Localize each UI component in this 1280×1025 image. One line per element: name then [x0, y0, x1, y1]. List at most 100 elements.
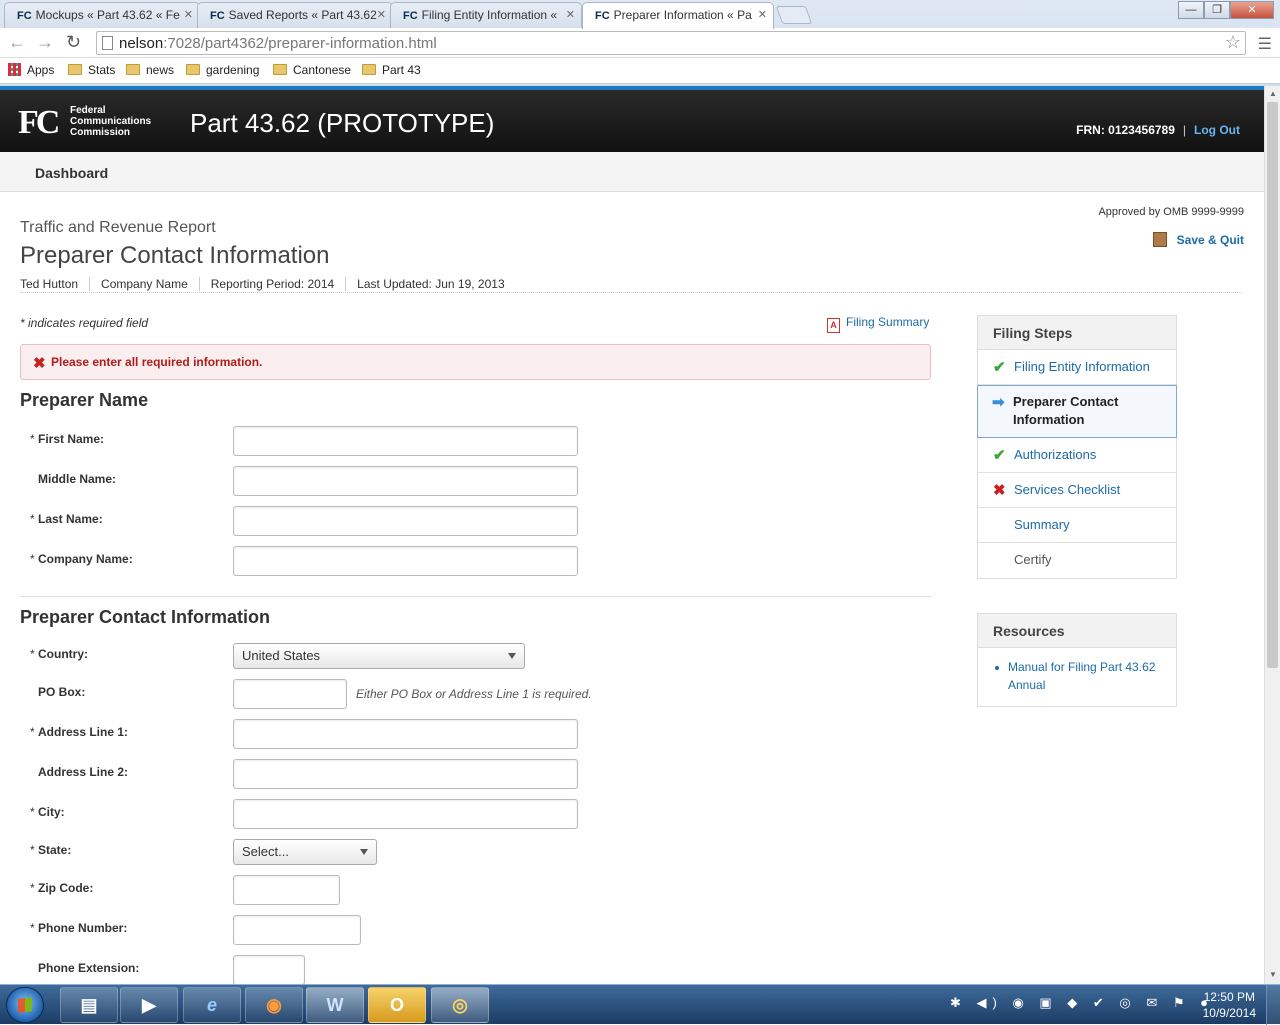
po-box-input[interactable]: [233, 679, 347, 709]
site-header: FC Federal Communications Commission Par…: [0, 90, 1264, 152]
address-line-1-input[interactable]: [233, 719, 578, 749]
folder-icon: [68, 64, 82, 75]
filing-summary-link[interactable]: A Filing Summary: [827, 315, 929, 333]
fcc-favicon: FC: [17, 10, 32, 22]
vertical-scrollbar[interactable]: ▲ ▼: [1264, 86, 1280, 984]
first-name-input[interactable]: [233, 426, 578, 456]
user-info: FRN: 0123456789 | Log Out: [1076, 123, 1240, 137]
tab-close-icon[interactable]: ✕: [758, 8, 767, 21]
url-path: :7028/part4362/preparer-information.html: [163, 35, 437, 52]
tab-close-icon[interactable]: ✕: [377, 8, 386, 21]
browser-tab-mockups[interactable]: FC Mockups « Part 43.62 « Fe ✕: [4, 2, 200, 28]
browser-tab-filing-entity[interactable]: FC Filing Entity Information « ✕: [390, 2, 582, 28]
word-icon[interactable]: W: [306, 987, 364, 1023]
bookmark-gardening[interactable]: gardening: [186, 63, 259, 77]
state-value: Select...: [242, 844, 289, 859]
firefox-icon[interactable]: ◉: [245, 987, 303, 1023]
bookmark-stats[interactable]: Stats: [68, 63, 115, 77]
company-name-input[interactable]: [233, 546, 578, 576]
step-services-checklist[interactable]: ✖ Services Checklist: [978, 473, 1176, 508]
outlook-icon[interactable]: O: [368, 987, 426, 1023]
address-line-2-label: Address Line 2:: [38, 765, 129, 779]
bookmark-apps[interactable]: Apps: [8, 63, 54, 77]
web-page: FC Federal Communications Commission Par…: [0, 86, 1264, 984]
folder-icon: [186, 64, 200, 75]
phone-number-input[interactable]: [233, 915, 361, 945]
step-authorizations[interactable]: ✔ Authorizations: [978, 438, 1176, 473]
error-message: Please enter all required information.: [51, 355, 263, 369]
x-icon: ✖: [993, 482, 1006, 499]
step-filing-entity[interactable]: ✔ Filing Entity Information: [978, 350, 1176, 385]
start-button[interactable]: [6, 987, 44, 1023]
state-select[interactable]: Select...: [233, 839, 377, 865]
meta-company: Company Name: [101, 277, 200, 291]
bookmark-label: Stats: [88, 63, 116, 77]
contact-info-heading: Preparer Contact Information: [20, 607, 271, 627]
zip-code-input[interactable]: [233, 875, 340, 905]
minimize-button[interactable]: —: [1178, 1, 1204, 19]
phone-extension-input[interactable]: [233, 955, 305, 984]
country-label: * Country:: [30, 647, 88, 661]
country-value: United States: [242, 648, 321, 663]
scrollbar-thumb[interactable]: [1267, 102, 1278, 668]
company-name-label: * Company Name:: [30, 552, 133, 566]
required-asterisk: *: [30, 647, 35, 661]
step-label: Services Checklist: [1014, 482, 1121, 497]
zip-code-label: * Zip Code:: [30, 881, 93, 895]
reload-icon[interactable]: ↻: [66, 32, 81, 53]
explorer-icon[interactable]: ▤: [60, 987, 118, 1023]
last-name-input[interactable]: [233, 506, 578, 536]
save-quit-button[interactable]: Save & Quit: [1152, 232, 1244, 247]
show-desktop-button[interactable]: [1266, 985, 1280, 1025]
bookmark-star-icon[interactable]: ☆: [1225, 32, 1241, 53]
scroll-down-icon[interactable]: ▼: [1269, 970, 1277, 979]
system-tray-icons[interactable]: ✱ ◀) ◉ ▣ ◆ ✔ ◎ ✉ ⚑ ●: [950, 995, 1214, 1011]
internet-explorer-icon[interactable]: e: [183, 987, 241, 1023]
new-tab-button[interactable]: [775, 6, 813, 24]
middle-name-input[interactable]: [233, 466, 578, 496]
fcc-logo-icon[interactable]: FC: [18, 104, 60, 142]
app-title: Part 43.62 (PROTOTYPE): [190, 108, 495, 138]
tab-close-icon[interactable]: ✕: [566, 8, 575, 21]
chrome-menu-icon[interactable]: ☰: [1258, 34, 1272, 54]
fcc-favicon: FC: [403, 10, 418, 22]
required-note: * indicates required field: [20, 316, 149, 330]
back-arrow-icon[interactable]: ←: [8, 32, 26, 53]
media-player-icon[interactable]: ▶: [120, 987, 178, 1023]
restore-button[interactable]: ❐: [1204, 1, 1230, 19]
forward-arrow-icon[interactable]: →: [36, 32, 54, 53]
close-window-button[interactable]: ✕: [1230, 1, 1274, 19]
check-icon: ✔: [993, 447, 1006, 464]
bookmark-cantonese[interactable]: Cantonese: [273, 63, 351, 77]
filing-steps-panel: Filing Steps ✔ Filing Entity Information …: [977, 315, 1177, 579]
bookmark-part-43[interactable]: Part 43: [362, 63, 421, 77]
last-name-label: * Last Name:: [30, 512, 103, 526]
bookmark-label: news: [146, 63, 175, 77]
browser-tab-saved-reports[interactable]: FC Saved Reports « Part 43.62 ✕: [197, 2, 393, 28]
logout-link[interactable]: Log Out: [1194, 123, 1240, 137]
bookmark-news[interactable]: news: [126, 63, 174, 77]
frn-number: FRN: 0123456789: [1076, 123, 1175, 137]
address-line-2-input[interactable]: [233, 759, 578, 789]
tab-close-icon[interactable]: ✕: [184, 8, 193, 21]
sub-navigation: Dashboard: [0, 152, 1264, 192]
resource-link-manual[interactable]: Manual for Filing Part 43.62 Annual: [978, 648, 1176, 706]
browser-tab-preparer-info[interactable]: FC Preparer Information « Pa ✕: [582, 2, 774, 29]
bookmark-label: Cantonese: [293, 63, 352, 77]
address-bar[interactable]: nelson:7028/part4362/preparer-informatio…: [96, 31, 1246, 55]
window-controls: — ❐ ✕: [1178, 1, 1274, 19]
country-select[interactable]: United States: [233, 643, 525, 669]
step-preparer-contact[interactable]: ➡ Preparer Contact Information: [977, 385, 1177, 438]
filing-steps-title: Filing Steps: [978, 316, 1176, 350]
city-input[interactable]: [233, 799, 578, 829]
clock[interactable]: 12:50 PM 10/9/2014: [1203, 989, 1256, 1021]
required-asterisk: *: [30, 725, 35, 739]
step-summary[interactable]: Summary: [978, 508, 1176, 543]
label-text: Address Line 1:: [38, 725, 129, 739]
chrome-icon[interactable]: ◎: [431, 987, 489, 1023]
scroll-up-icon[interactable]: ▲: [1269, 89, 1277, 98]
page-title: Preparer Contact Information: [20, 242, 330, 269]
step-label: Preparer Contact Information: [1013, 394, 1119, 427]
dashboard-link[interactable]: Dashboard: [35, 165, 108, 181]
clock-date: 10/9/2014: [1202, 1006, 1256, 1020]
